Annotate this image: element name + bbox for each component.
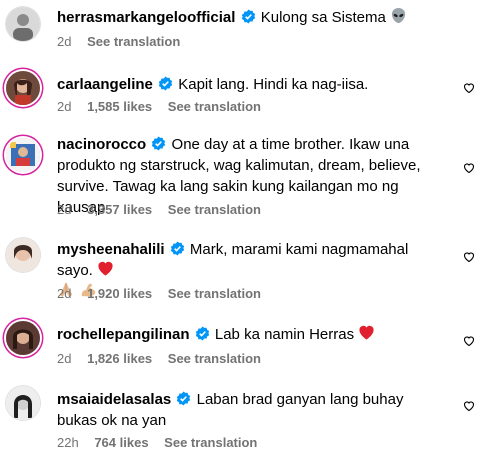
avatar[interactable] (6, 386, 40, 420)
verified-badge-icon (195, 326, 209, 341)
likes-count[interactable]: 1,585 likes (87, 99, 152, 114)
username-link[interactable]: carlaangeline (57, 76, 153, 93)
see-translation-link[interactable]: See translation (87, 34, 180, 49)
heart-outline-icon[interactable] (463, 335, 475, 347)
comment-text: Lab ka namin Herras (214, 326, 355, 343)
see-translation-link[interactable]: See translation (168, 351, 261, 366)
see-translation-link[interactable]: See translation (164, 435, 257, 450)
comment-time: 2d (57, 99, 72, 114)
avatar[interactable] (6, 71, 40, 105)
comment-meta: 2d 1,585 likes See translation (57, 99, 273, 114)
verified-badge-icon (152, 136, 166, 151)
comment-body: msaiaidelasalas Laban brad ganyan lang b… (57, 389, 445, 431)
username-link[interactable]: mysheenahalili (57, 241, 165, 258)
heart-outline-icon[interactable] (463, 251, 475, 263)
username-link[interactable]: msaiaidelasalas (57, 391, 171, 408)
red-heart-icon (98, 261, 113, 276)
comment-time: 2d (57, 351, 72, 366)
heart-outline-icon[interactable] (463, 82, 475, 94)
likes-count[interactable]: 3,357 likes (87, 202, 152, 217)
verified-badge-icon (170, 241, 184, 256)
username-link[interactable]: rochellepangilinan (57, 326, 190, 343)
username-link[interactable]: herrasmarkangeloofficial (57, 9, 235, 26)
likes-count[interactable]: 764 likes (94, 435, 148, 450)
comment-body: rochellepangilinan Lab ka namin Herras (57, 324, 445, 345)
avatar[interactable] (6, 238, 40, 272)
comment-time: 2d (57, 34, 72, 49)
likes-count[interactable]: 1,826 likes (87, 351, 152, 366)
comment-text: Kapit lang. Hindi ka nag-iisa. (178, 76, 369, 93)
heart-outline-icon[interactable] (463, 162, 475, 174)
likes-count[interactable]: 1,920 likes (87, 286, 152, 301)
comment-meta: 2d 1,920 likes See translation (57, 286, 273, 301)
username-link[interactable]: nacinorocco (57, 136, 146, 153)
comment-time: 2d (57, 202, 72, 217)
comment-meta: 2d 1,826 likes See translation (57, 351, 273, 366)
red-heart-icon (359, 325, 374, 340)
comment-meta: 22h 764 likes See translation (57, 435, 269, 450)
comment-body: carlaangeline Kapit lang. Hindi ka nag-i… (57, 74, 445, 95)
avatar[interactable] (6, 138, 40, 172)
alien-icon (391, 7, 406, 24)
verified-badge-icon (241, 9, 255, 24)
comment-body: herrasmarkangeloofficial Kulong sa Siste… (57, 7, 445, 28)
comment-text: Kulong sa Sistema (260, 9, 386, 26)
comment-meta: 2d 3,357 likes See translation (57, 202, 273, 217)
verified-badge-icon (158, 76, 173, 91)
verified-badge-icon (177, 391, 191, 406)
see-translation-link[interactable]: See translation (168, 99, 261, 114)
see-translation-link[interactable]: See translation (168, 202, 261, 217)
avatar[interactable] (6, 321, 40, 355)
comment-time: 2d (57, 286, 72, 301)
comment-time: 22h (57, 435, 79, 450)
comment-meta: 2d See translation (57, 34, 192, 49)
see-translation-link[interactable]: See translation (168, 286, 261, 301)
avatar[interactable] (6, 7, 40, 41)
heart-outline-icon[interactable] (463, 400, 475, 412)
